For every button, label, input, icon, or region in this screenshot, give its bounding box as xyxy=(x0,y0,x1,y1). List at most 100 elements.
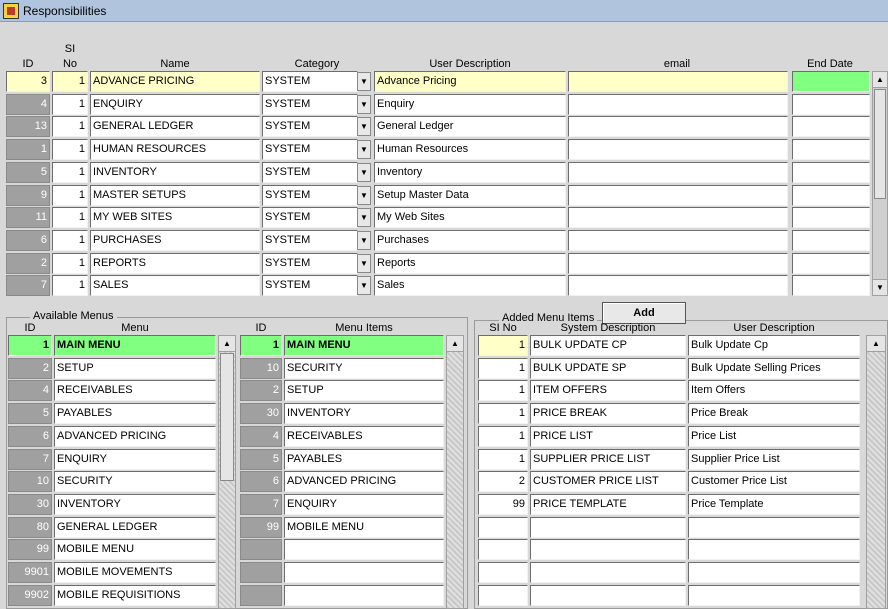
resp-name-cell[interactable]: SALES xyxy=(90,275,260,296)
chevron-down-icon[interactable]: ▼ xyxy=(357,95,371,114)
category-select[interactable]: SYSTEM xyxy=(262,162,358,183)
menu-name-cell[interactable]: MOBILE MENU xyxy=(54,539,216,560)
added-user-description-cell[interactable] xyxy=(688,539,860,560)
resp-name-cell[interactable]: GENERAL LEDGER xyxy=(90,116,260,137)
resp-end-date-cell[interactable] xyxy=(792,94,870,115)
added-system-description-cell[interactable]: BULK UPDATE CP xyxy=(530,335,686,356)
arrow-up-icon[interactable]: ▲ xyxy=(219,336,235,352)
arrow-down-icon[interactable]: ▼ xyxy=(873,279,887,295)
added-si-cell[interactable]: 99 xyxy=(478,494,528,515)
menu-name-cell[interactable]: ENQUIRY xyxy=(54,449,216,470)
menu-item-id-cell[interactable]: 7 xyxy=(240,494,282,515)
resp-email-cell[interactable] xyxy=(568,94,788,115)
menu-id-cell[interactable]: 4 xyxy=(8,380,52,401)
resp-user-description-cell[interactable]: Advance Pricing xyxy=(374,71,566,92)
scrollbar-thumb[interactable] xyxy=(874,89,886,199)
resp-end-date-cell[interactable] xyxy=(792,185,870,206)
added-system-description-cell[interactable] xyxy=(530,585,686,606)
resp-name-cell[interactable]: PURCHASES xyxy=(90,230,260,251)
arrow-up-icon[interactable]: ▲ xyxy=(873,72,887,88)
added-system-description-cell[interactable]: BULK UPDATE SP xyxy=(530,358,686,379)
added-si-cell[interactable]: 1 xyxy=(478,449,528,470)
resp-name-cell[interactable]: INVENTORY xyxy=(90,162,260,183)
menu-item-id-cell[interactable] xyxy=(240,585,282,606)
resp-user-description-cell[interactable]: General Ledger xyxy=(374,116,566,137)
added-user-description-cell[interactable]: Price Template xyxy=(688,494,860,515)
resp-email-cell[interactable] xyxy=(568,230,788,251)
resp-end-date-cell[interactable] xyxy=(792,139,870,160)
category-select[interactable]: SYSTEM xyxy=(262,253,358,274)
resp-end-date-cell[interactable] xyxy=(792,275,870,296)
menu-item-id-cell[interactable] xyxy=(240,562,282,583)
added-system-description-cell[interactable] xyxy=(530,539,686,560)
added-si-cell[interactable] xyxy=(478,517,528,538)
menu-name-cell[interactable]: PAYABLES xyxy=(54,403,216,424)
resp-name-cell[interactable]: ADVANCE PRICING xyxy=(90,71,260,92)
resp-name-cell[interactable]: HUMAN RESOURCES xyxy=(90,139,260,160)
resp-id-cell[interactable]: 13 xyxy=(6,116,50,137)
resp-end-date-cell[interactable] xyxy=(792,253,870,274)
chevron-down-icon[interactable]: ▼ xyxy=(357,276,371,295)
menu-name-cell[interactable]: MOBILE MOVEMENTS xyxy=(54,562,216,583)
menu-id-cell[interactable]: 6 xyxy=(8,426,52,447)
scrollbar-thumb[interactable] xyxy=(220,353,234,481)
added-si-cell[interactable] xyxy=(478,585,528,606)
added-user-description-cell[interactable]: Price List xyxy=(688,426,860,447)
menu-item-name-cell[interactable] xyxy=(284,585,444,606)
menu-id-cell[interactable]: 10 xyxy=(8,471,52,492)
resp-user-description-cell[interactable]: Setup Master Data xyxy=(374,185,566,206)
menu-id-cell[interactable]: 2 xyxy=(8,358,52,379)
resp-user-description-cell[interactable]: Purchases xyxy=(374,230,566,251)
category-select[interactable]: SYSTEM xyxy=(262,275,358,296)
added-si-cell[interactable]: 1 xyxy=(478,403,528,424)
available-menus-scrollbar[interactable]: ▲ xyxy=(218,335,236,609)
added-system-description-cell[interactable] xyxy=(530,517,686,538)
menu-item-id-cell[interactable]: 99 xyxy=(240,517,282,538)
resp-email-cell[interactable] xyxy=(568,139,788,160)
menu-item-id-cell[interactable]: 2 xyxy=(240,380,282,401)
resp-si-cell[interactable]: 1 xyxy=(52,71,88,92)
resp-user-description-cell[interactable]: Inventory xyxy=(374,162,566,183)
resp-id-cell[interactable]: 11 xyxy=(6,207,50,228)
menu-id-cell[interactable]: 80 xyxy=(8,517,52,538)
resp-name-cell[interactable]: MY WEB SITES xyxy=(90,207,260,228)
menu-id-cell[interactable]: 7 xyxy=(8,449,52,470)
add-button[interactable]: Add xyxy=(602,302,686,324)
menu-item-id-cell[interactable]: 6 xyxy=(240,471,282,492)
responsibilities-scrollbar[interactable]: ▲ ▼ xyxy=(872,71,888,296)
menu-name-cell[interactable]: SECURITY xyxy=(54,471,216,492)
category-select[interactable]: SYSTEM xyxy=(262,71,358,92)
resp-name-cell[interactable]: REPORTS xyxy=(90,253,260,274)
resp-email-cell[interactable] xyxy=(568,207,788,228)
menu-item-id-cell[interactable]: 30 xyxy=(240,403,282,424)
resp-user-description-cell[interactable]: My Web Sites xyxy=(374,207,566,228)
resp-id-cell[interactable]: 2 xyxy=(6,253,50,274)
menu-id-cell[interactable]: 9901 xyxy=(8,562,52,583)
resp-user-description-cell[interactable]: Enquiry xyxy=(374,94,566,115)
added-si-cell[interactable]: 1 xyxy=(478,380,528,401)
menu-item-name-cell[interactable]: MAIN MENU xyxy=(284,335,444,356)
menu-id-cell[interactable]: 30 xyxy=(8,494,52,515)
chevron-down-icon[interactable]: ▼ xyxy=(357,117,371,136)
resp-si-cell[interactable]: 1 xyxy=(52,185,88,206)
resp-end-date-cell[interactable] xyxy=(792,207,870,228)
resp-name-cell[interactable]: MASTER SETUPS xyxy=(90,185,260,206)
resp-user-description-cell[interactable]: Human Resources xyxy=(374,139,566,160)
resp-si-cell[interactable]: 1 xyxy=(52,139,88,160)
resp-si-cell[interactable]: 1 xyxy=(52,253,88,274)
resp-name-cell[interactable]: ENQUIRY xyxy=(90,94,260,115)
added-si-cell[interactable]: 2 xyxy=(478,471,528,492)
resp-user-description-cell[interactable]: Sales xyxy=(374,275,566,296)
added-system-description-cell[interactable]: CUSTOMER PRICE LIST xyxy=(530,471,686,492)
menu-name-cell[interactable]: MOBILE REQUISITIONS xyxy=(54,585,216,606)
added-user-description-cell[interactable]: Item Offers xyxy=(688,380,860,401)
menu-item-name-cell[interactable]: SETUP xyxy=(284,380,444,401)
menu-name-cell[interactable]: RECEIVABLES xyxy=(54,380,216,401)
resp-id-cell[interactable]: 3 xyxy=(6,71,50,92)
resp-si-cell[interactable]: 1 xyxy=(52,275,88,296)
menu-id-cell[interactable]: 9902 xyxy=(8,585,52,606)
menu-item-name-cell[interactable]: MOBILE MENU xyxy=(284,517,444,538)
resp-id-cell[interactable]: 1 xyxy=(6,139,50,160)
added-user-description-cell[interactable]: Customer Price List xyxy=(688,471,860,492)
added-system-description-cell[interactable]: PRICE LIST xyxy=(530,426,686,447)
